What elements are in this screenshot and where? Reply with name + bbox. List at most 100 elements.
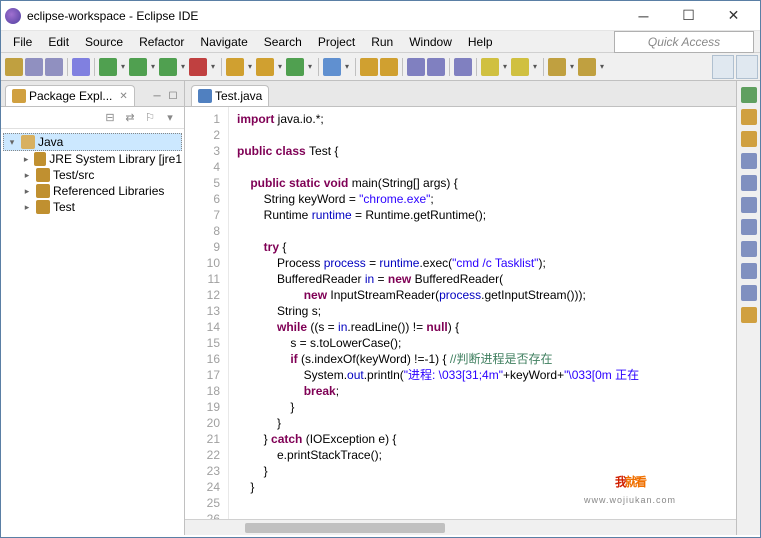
forward-icon[interactable] bbox=[578, 58, 596, 76]
code-line[interactable]: s = s.toLowerCase(); bbox=[237, 335, 736, 351]
run-last-icon-dropdown[interactable]: ▾ bbox=[209, 58, 217, 76]
new-package-icon-dropdown[interactable]: ▾ bbox=[246, 58, 254, 76]
code-line[interactable] bbox=[237, 159, 736, 175]
hierarchy-icon[interactable] bbox=[741, 131, 757, 147]
forward-icon-dropdown[interactable]: ▾ bbox=[598, 58, 606, 76]
code-line[interactable]: } bbox=[237, 479, 736, 495]
code-line[interactable]: Runtime runtime = Runtime.getRuntime(); bbox=[237, 207, 736, 223]
menu-window[interactable]: Window bbox=[401, 33, 460, 51]
templates-icon[interactable] bbox=[741, 307, 757, 323]
prev-annotation-icon-dropdown[interactable]: ▾ bbox=[531, 58, 539, 76]
menu-run[interactable]: Run bbox=[363, 33, 401, 51]
expander-icon[interactable]: ▸ bbox=[21, 170, 33, 181]
progress-icon[interactable] bbox=[741, 263, 757, 279]
bookmarks-icon[interactable] bbox=[741, 153, 757, 169]
code-line[interactable]: } bbox=[237, 399, 736, 415]
code-line[interactable] bbox=[237, 495, 736, 511]
code-content[interactable]: import java.io.*; public class Test { pu… bbox=[229, 107, 736, 519]
code-line[interactable]: while ((s = in.readLine()) != null) { bbox=[237, 319, 736, 335]
declaration-icon[interactable] bbox=[741, 219, 757, 235]
javadoc-icon[interactable] bbox=[741, 197, 757, 213]
back-icon-dropdown[interactable]: ▾ bbox=[568, 58, 576, 76]
menu-navigate[interactable]: Navigate bbox=[192, 33, 255, 51]
code-line[interactable] bbox=[237, 127, 736, 143]
new-package-icon[interactable] bbox=[226, 58, 244, 76]
task-list-icon[interactable] bbox=[741, 109, 757, 125]
maximize-view-button[interactable]: ☐ bbox=[166, 90, 180, 104]
open-type-icon[interactable] bbox=[286, 58, 304, 76]
next-annotation-icon[interactable] bbox=[481, 58, 499, 76]
show-whitespace-icon[interactable] bbox=[427, 58, 445, 76]
tree-node[interactable]: ▸Test/src bbox=[3, 167, 182, 183]
code-line[interactable]: BufferedReader in = new BufferedReader( bbox=[237, 271, 736, 287]
maximize-button[interactable]: ☐ bbox=[666, 2, 711, 30]
close-button[interactable]: ✕ bbox=[711, 2, 756, 30]
code-line[interactable]: e.printStackTrace(); bbox=[237, 447, 736, 463]
save-all-icon[interactable] bbox=[45, 58, 63, 76]
editor-tab[interactable]: Test.java bbox=[191, 85, 269, 106]
pin-icon[interactable] bbox=[454, 58, 472, 76]
package-tree[interactable]: ▾Java▸JRE System Library [jre1▸Test/src▸… bbox=[1, 129, 184, 535]
link-editor-button[interactable]: ⇄ bbox=[122, 110, 138, 126]
code-line[interactable]: public class Test { bbox=[237, 143, 736, 159]
java-perspective-button[interactable] bbox=[736, 55, 758, 79]
horizontal-scrollbar[interactable] bbox=[185, 519, 736, 535]
code-line[interactable]: } bbox=[237, 463, 736, 479]
code-line[interactable] bbox=[237, 511, 736, 519]
coverage-icon[interactable] bbox=[159, 58, 177, 76]
code-line[interactable]: String s; bbox=[237, 303, 736, 319]
run-last-icon[interactable] bbox=[189, 58, 207, 76]
run-icon-dropdown[interactable]: ▾ bbox=[149, 58, 157, 76]
mylyn-icon[interactable] bbox=[741, 285, 757, 301]
minimize-button[interactable]: ─ bbox=[621, 2, 666, 30]
new-class-icon-dropdown[interactable]: ▾ bbox=[276, 58, 284, 76]
toggle-mark-icon[interactable] bbox=[360, 58, 378, 76]
menu-source[interactable]: Source bbox=[77, 33, 131, 51]
code-line[interactable]: break; bbox=[237, 383, 736, 399]
expander-icon[interactable]: ▾ bbox=[6, 137, 18, 148]
menu-search[interactable]: Search bbox=[256, 33, 310, 51]
tree-node[interactable]: ▸JRE System Library [jre1 bbox=[3, 151, 182, 167]
menu-refactor[interactable]: Refactor bbox=[131, 33, 192, 51]
code-line[interactable]: System.out.println("进程: \033[31;4m"+keyW… bbox=[237, 367, 736, 383]
code-line[interactable]: new InputStreamReader(process.getInputSt… bbox=[237, 287, 736, 303]
back-icon[interactable] bbox=[548, 58, 566, 76]
save-icon[interactable] bbox=[25, 58, 43, 76]
debug-icon-dropdown[interactable]: ▾ bbox=[119, 58, 127, 76]
toggle-block-icon[interactable] bbox=[380, 58, 398, 76]
debug-icon[interactable] bbox=[99, 58, 117, 76]
toggle-breadcrumb-icon[interactable] bbox=[407, 58, 425, 76]
code-editor[interactable]: 1234567891011121314151617181920212223242… bbox=[185, 107, 736, 519]
menu-file[interactable]: File bbox=[5, 33, 40, 51]
expander-icon[interactable]: ▸ bbox=[21, 154, 31, 165]
outline-icon[interactable] bbox=[741, 87, 757, 103]
console-icon[interactable] bbox=[741, 241, 757, 257]
open-type-icon-dropdown[interactable]: ▾ bbox=[306, 58, 314, 76]
quick-access-input[interactable]: Quick Access bbox=[614, 31, 754, 53]
tree-node[interactable]: ▸Referenced Libraries bbox=[3, 183, 182, 199]
code-line[interactable]: public static void main(String[] args) { bbox=[237, 175, 736, 191]
code-line[interactable]: Process process = runtime.exec("cmd /c T… bbox=[237, 255, 736, 271]
view-menu-button[interactable]: ▾ bbox=[162, 110, 178, 126]
menu-help[interactable]: Help bbox=[460, 33, 501, 51]
coverage-icon-dropdown[interactable]: ▾ bbox=[179, 58, 187, 76]
focus-task-button[interactable]: ⚐ bbox=[142, 110, 158, 126]
wand-icon[interactable] bbox=[72, 58, 90, 76]
minimize-view-button[interactable]: ─ bbox=[150, 90, 164, 104]
package-explorer-tab[interactable]: Package Expl... ✕ bbox=[5, 85, 135, 106]
search-icon-dropdown[interactable]: ▾ bbox=[343, 58, 351, 76]
collapse-all-button[interactable]: ⊟ bbox=[102, 110, 118, 126]
new-class-icon[interactable] bbox=[256, 58, 274, 76]
code-line[interactable]: } bbox=[237, 415, 736, 431]
new-icon[interactable] bbox=[5, 58, 23, 76]
problems-icon[interactable] bbox=[741, 175, 757, 191]
close-icon[interactable]: ✕ bbox=[119, 91, 127, 102]
code-line[interactable]: try { bbox=[237, 239, 736, 255]
run-icon[interactable] bbox=[129, 58, 147, 76]
code-line[interactable] bbox=[237, 223, 736, 239]
code-line[interactable]: if (s.indexOf(keyWord) !=-1) { //判断进程是否存… bbox=[237, 351, 736, 367]
next-annotation-icon-dropdown[interactable]: ▾ bbox=[501, 58, 509, 76]
expander-icon[interactable]: ▸ bbox=[21, 186, 33, 197]
code-line[interactable]: String keyWord = "chrome.exe"; bbox=[237, 191, 736, 207]
search-icon[interactable] bbox=[323, 58, 341, 76]
